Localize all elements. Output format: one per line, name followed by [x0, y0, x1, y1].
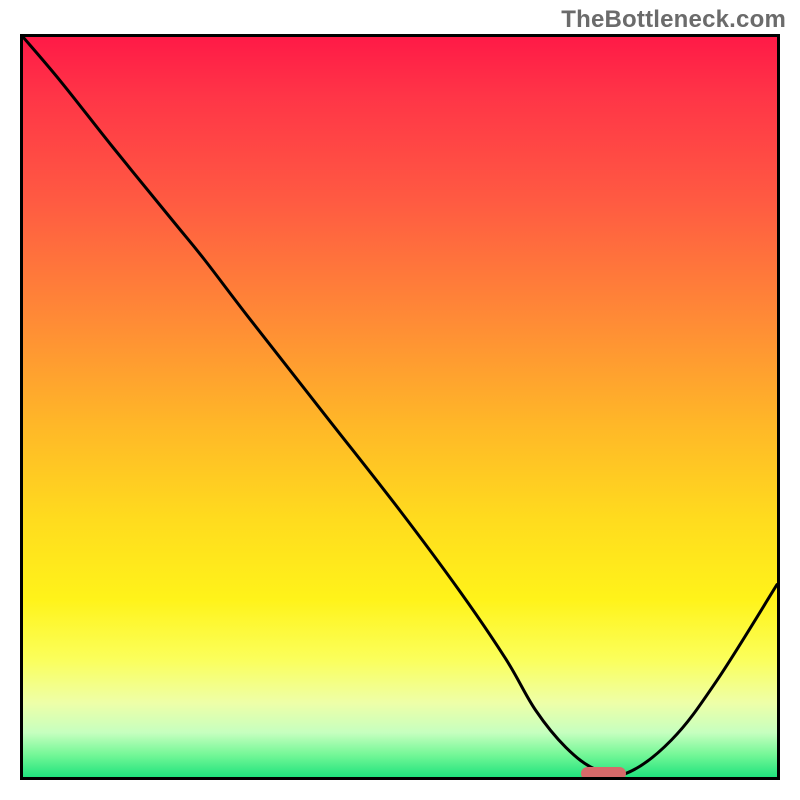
optimal-marker: [581, 767, 626, 780]
chart-container: TheBottleneck.com: [0, 0, 800, 800]
bottleneck-curve: [23, 37, 777, 777]
watermark-text: TheBottleneck.com: [561, 6, 786, 34]
plot-area: [20, 34, 780, 780]
